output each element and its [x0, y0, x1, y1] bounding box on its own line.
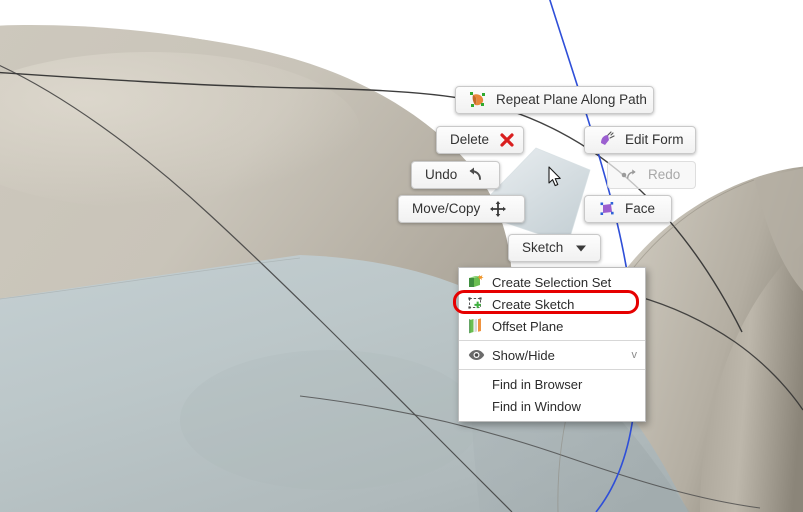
marking-menu-repeat-plane-along-path[interactable]: Repeat Plane Along Path — [455, 86, 654, 114]
context-menu-item-find-in-browser[interactable]: Find in Browser — [459, 373, 645, 395]
create-selection-set-icon — [466, 273, 486, 291]
marking-menu-edit-form[interactable]: Edit Form — [584, 126, 696, 154]
marking-menu-redo[interactable]: Redo — [607, 161, 696, 189]
marking-menu-label: Redo — [648, 167, 681, 183]
marking-menu-undo[interactable]: Undo — [411, 161, 500, 189]
context-menu-item-offset-plane[interactable]: Offset Plane — [459, 315, 645, 337]
context-menu-item-label: Create Sketch — [492, 296, 575, 312]
context-menu-separator — [459, 340, 645, 341]
red-x-icon — [498, 131, 516, 149]
context-menu[interactable]: Create Selection Set Create Sketch Offse… — [453, 267, 646, 422]
undo-arrow-icon — [466, 166, 484, 184]
context-menu-item-find-in-window[interactable]: Find in Window — [459, 395, 645, 417]
context-menu-separator — [459, 369, 645, 370]
edit-form-icon — [598, 131, 616, 149]
redo-arrow-icon — [621, 166, 639, 184]
marking-menu-label: Move/Copy — [412, 201, 481, 217]
context-menu-item-create-sketch[interactable]: Create Sketch — [453, 290, 645, 315]
context-menu-item-create-selection-set[interactable]: Create Selection Set — [459, 271, 645, 293]
create-sketch-icon — [466, 295, 486, 313]
chevron-down-icon — [572, 239, 590, 257]
mouse-cursor — [548, 166, 564, 193]
3d-model-viewport[interactable] — [0, 0, 803, 512]
marking-menu-label: Delete — [450, 132, 490, 148]
context-menu-item-label: Show/Hide — [492, 347, 555, 363]
marking-menu-label: Repeat Plane Along Path — [496, 92, 647, 108]
context-menu-item-label: Find in Window — [492, 398, 581, 414]
context-menu-item-label: Find in Browser — [492, 376, 583, 392]
marking-menu-sketch[interactable]: Sketch — [508, 234, 601, 262]
face-selection-icon — [598, 200, 616, 218]
context-menu-item-label: Create Selection Set — [492, 274, 612, 290]
context-menu-item-label: Offset Plane — [492, 318, 564, 334]
marking-menu-label: Edit Form — [625, 132, 684, 148]
marking-menu-label: Face — [625, 201, 656, 217]
marking-menu-label: Undo — [425, 167, 458, 183]
move-arrows-icon — [489, 200, 507, 218]
marking-menu-label: Sketch — [522, 240, 564, 256]
marking-menu-delete[interactable]: Delete — [436, 126, 524, 154]
eye-icon — [466, 346, 486, 364]
offset-plane-icon — [466, 317, 486, 335]
marking-menu-face[interactable]: Face — [584, 195, 672, 223]
context-menu-item-show-hide[interactable]: Show/Hide v — [459, 344, 645, 366]
repeat-plane-icon — [469, 91, 487, 109]
submenu-chevron-icon: v — [631, 349, 638, 361]
marking-menu-move-copy[interactable]: Move/Copy — [398, 195, 525, 223]
